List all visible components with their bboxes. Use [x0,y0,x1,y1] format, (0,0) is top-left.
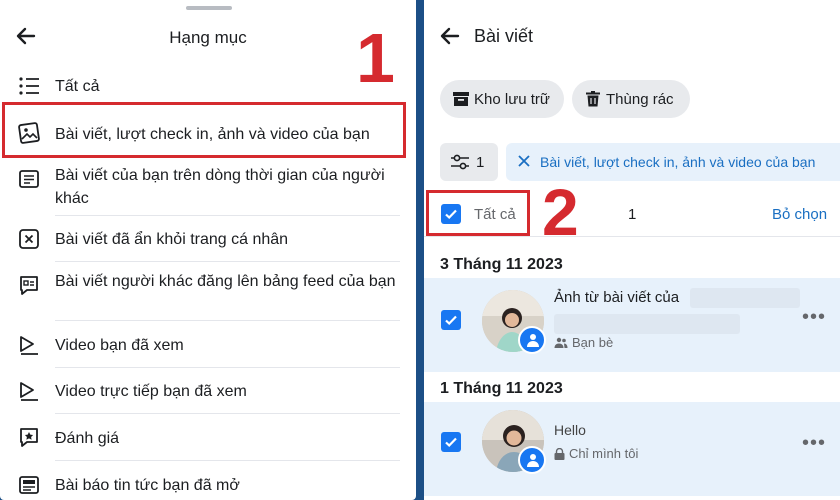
divider [55,215,400,216]
trash-icon [586,91,600,107]
trash-button[interactable]: Thùng rác [572,80,690,118]
categories-panel: Hạng mục Tất cả Bài viết, lượt check in,… [0,0,416,500]
deselect-button[interactable]: Bỏ chọn [772,206,827,223]
audience-text: Bạn bè [572,335,614,350]
post-icon [19,170,39,188]
back-arrow-icon[interactable] [438,24,462,48]
category-label: Video trực tiếp bạn đã xem [55,383,247,400]
post-text: Ảnh từ bài viết của [554,289,680,306]
filter-sliders-icon [451,154,469,170]
archive-label: Kho lưu trữ [474,91,550,108]
highlight-box-2 [426,190,530,236]
lock-icon [554,447,565,460]
post-item[interactable]: Hello Chỉ mình tôi ••• [424,402,840,496]
news-icon [19,476,39,494]
post-checkbox[interactable] [441,310,461,330]
check-icon [445,437,457,448]
divider [55,460,400,461]
person-icon [527,454,539,467]
archive-button[interactable]: Kho lưu trữ [440,80,564,118]
post-text: Hello [554,422,586,438]
blurred-name [690,288,800,308]
category-reviews[interactable]: Đánh giá [14,424,404,454]
category-all[interactable]: Tất cả [14,72,404,102]
page-title: Bài viết [474,26,534,46]
blurred-text [554,314,740,334]
categories-header: Hạng mục [0,14,416,60]
feed-post-icon [20,276,38,295]
more-options-icon[interactable]: ••• [802,306,826,329]
category-news-opened[interactable]: Bài báo tin tức bạn đã mở [14,472,404,500]
divider [424,236,840,237]
divider [55,413,400,414]
list-icon [19,77,39,95]
check-icon [445,315,457,326]
close-icon[interactable] [516,153,532,169]
category-label: Bài viết đã ẩn khỏi trang cá nhân [55,231,289,248]
category-label: Bài viết của bạn trên dòng thời gian của… [55,167,385,207]
divider [55,261,400,262]
active-filter-label: Bài viết, lượt check in, ảnh và video củ… [540,154,816,170]
category-videos-watched[interactable]: Video bạn đã xem [14,332,404,362]
step-number-2: 2 [542,175,579,249]
video-icon [20,336,38,355]
filter-button[interactable]: 1 [440,143,498,181]
review-icon [20,428,38,447]
audience-label: Bạn bè [554,335,613,350]
post-item[interactable]: Ảnh từ bài viết của Bạn bè ••• [424,278,840,372]
category-hidden-posts[interactable]: Bài viết đã ẩn khỏi trang cá nhân [14,226,404,256]
category-timeline-posts[interactable]: Bài viết của bạn trên dòng thời gian của… [14,164,404,210]
category-feed-posts[interactable]: Bài viết người khác đăng lên bảng feed c… [14,268,404,314]
posts-panel: Bài viết Kho lưu trữ Thùng rác 1 Bài viế… [424,0,840,500]
audience-text: Chỉ mình tôi [569,446,639,461]
selected-count: 1 [628,206,637,223]
filter-count: 1 [476,154,485,171]
person-icon [527,334,539,347]
step-number-1: 1 [356,19,395,97]
live-video-icon [20,382,38,401]
category-live-videos[interactable]: Video trực tiếp bạn đã xem [14,378,404,408]
category-label: Video bạn đã xem [55,337,184,354]
divider [55,367,400,368]
date-header: 3 Tháng 11 2023 [440,256,563,273]
category-label: Tất cả [55,78,100,95]
category-label: Bài báo tin tức bạn đã mở [55,477,240,494]
page-title: Hạng mục [169,28,247,47]
more-options-icon[interactable]: ••• [802,432,826,455]
divider [55,320,400,321]
archive-icon [453,92,469,106]
friends-icon [554,337,568,348]
highlight-box-1 [2,102,406,158]
category-label: Bài viết người khác đăng lên bảng feed c… [55,273,396,290]
user-avatar-badge [518,326,546,354]
category-label: Đánh giá [55,430,120,447]
user-avatar-badge [518,446,546,474]
date-header: 1 Tháng 11 2023 [440,380,563,397]
audience-label: Chỉ mình tôi [554,446,638,461]
hidden-post-icon [19,229,39,249]
trash-label: Thùng rác [606,91,674,108]
post-checkbox[interactable] [441,432,461,452]
sheet-grabber[interactable] [186,6,232,10]
